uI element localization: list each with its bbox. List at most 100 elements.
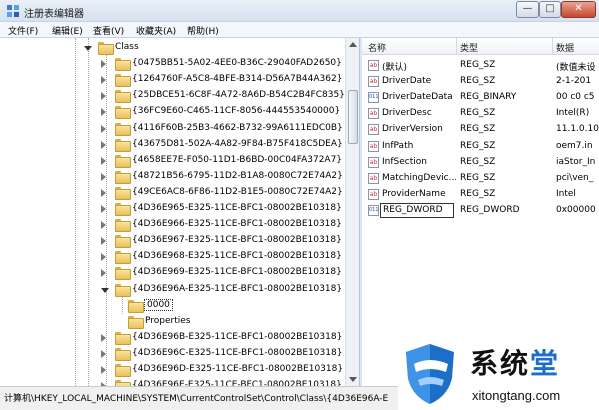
tree-node[interactable]: {4D36E96B-E325-11CE-BFC1-08002BE10318}	[0, 330, 345, 346]
scroll-down-arrow-icon[interactable]	[349, 377, 357, 382]
expand-arrow-icon[interactable]	[101, 156, 106, 165]
collapse-arrow-icon[interactable]	[101, 287, 109, 293]
expand-arrow-icon[interactable]	[101, 349, 106, 358]
expand-arrow-icon[interactable]	[101, 140, 106, 149]
tree-node[interactable]: {4D36E967-E325-11CE-BFC1-08002BE10318}	[0, 233, 345, 249]
tree-node[interactable]: Properties	[0, 314, 345, 330]
value-name: ProviderName	[382, 188, 446, 199]
tree-node[interactable]: {4D36E96D-E325-11CE-BFC1-08002BE10318}	[0, 362, 345, 378]
expand-arrow-icon[interactable]	[101, 92, 106, 101]
value-row[interactable]: ab MatchingDevic... REG_SZ pci\ven_	[362, 171, 599, 187]
value-row[interactable]: ab DriverDesc REG_SZ Intel(R)	[362, 106, 599, 122]
key-tree-pane[interactable]: Class {0475BB51-5A02-4EE0-B36C-29040FAD26…	[0, 38, 360, 386]
tree-node-selected[interactable]: 0000	[0, 298, 345, 314]
folder-icon	[115, 251, 131, 265]
folder-icon	[115, 203, 131, 216]
menu-edit[interactable]: 编辑(E)	[52, 24, 83, 37]
tree-node[interactable]: {4D36E965-E325-11CE-BFC1-08002BE10318}	[0, 201, 345, 217]
tree-node[interactable]: {4116F60B-25B3-4662-B732-99A6111EDC0B}	[0, 121, 345, 137]
shield-logo-icon	[406, 344, 454, 404]
folder-icon	[115, 219, 131, 233]
tree-node[interactable]: {25DBCE51-6C8F-4A72-8A6D-B54C2B4FC835}	[0, 88, 345, 104]
tree-node-label: {4D36E965-E325-11CE-BFC1-08002BE10318}	[132, 203, 342, 213]
expand-arrow-icon[interactable]	[101, 333, 106, 342]
value-row[interactable]: ab InfSection REG_SZ iaStor_In	[362, 155, 599, 171]
expand-arrow-icon[interactable]	[101, 205, 106, 213]
collapse-arrow-icon[interactable]	[84, 46, 92, 51]
expand-arrow-icon[interactable]	[101, 269, 106, 278]
tree-node[interactable]: {4D36E96C-E325-11CE-BFC1-08002BE10318}	[0, 346, 345, 362]
expand-arrow-icon[interactable]	[101, 221, 106, 230]
value-type: REG_BINARY	[460, 92, 517, 103]
folder-icon	[115, 138, 131, 152]
value-name: DriverDesc	[382, 108, 432, 119]
expand-arrow-icon[interactable]	[101, 108, 106, 117]
menu-favorites[interactable]: 收藏夹(A)	[136, 24, 176, 37]
expand-arrow-icon[interactable]	[101, 237, 106, 246]
expand-arrow-icon[interactable]	[101, 124, 106, 133]
expand-arrow-icon[interactable]	[101, 60, 106, 69]
status-path: 计算机\HKEY_LOCAL_MACHINE\SYSTEM\CurrentCon…	[4, 394, 389, 404]
tree-node[interactable]: {4D36E96E-E325-11CE-BFC1-08002BE10318}	[0, 378, 345, 386]
menu-view[interactable]: 查看(V)	[93, 24, 124, 37]
expand-arrow-icon[interactable]	[101, 253, 106, 262]
value-name: MatchingDevic...	[382, 172, 456, 183]
column-header-type[interactable]: 类型	[460, 41, 478, 54]
value-type: REG_SZ	[460, 188, 496, 199]
menu-file[interactable]: 文件(F)	[8, 24, 38, 37]
tree-node[interactable]: {48721B56-6795-11D2-B1A8-0080C72E74A2}	[0, 169, 345, 185]
value-row[interactable]: ab DriverVersion REG_SZ 11.1.0.10	[362, 122, 599, 138]
watermark-url: xitongtang.com	[472, 388, 561, 403]
value-row[interactable]: 011 REG_DWORD REG_DWORD 0x00000	[362, 202, 599, 219]
value-row[interactable]: 011 DriverDateData REG_BINARY 00 c0 c5	[362, 90, 599, 106]
column-header-data[interactable]: 数据	[556, 41, 574, 54]
folder-icon	[115, 58, 131, 72]
folder-open-icon	[115, 283, 131, 297]
value-type: REG_SZ	[460, 156, 496, 167]
scroll-thumb[interactable]	[348, 90, 358, 144]
string-value-icon: ab	[368, 76, 379, 88]
tree-node[interactable]: {4658EE7E-F050-11D1-B6BD-00C04FA372A7}	[0, 153, 345, 169]
tree-scrollbar[interactable]	[345, 38, 359, 386]
binary-value-icon: 011	[368, 92, 379, 104]
rename-input[interactable]: REG_DWORD	[380, 202, 454, 218]
expand-arrow-icon[interactable]	[101, 366, 106, 374]
expand-arrow-icon[interactable]	[101, 188, 106, 197]
menu-help[interactable]: 帮助(H)	[187, 24, 219, 37]
expand-arrow-icon[interactable]	[101, 76, 106, 85]
column-header-name[interactable]: 名称	[368, 41, 386, 54]
column-divider[interactable]	[552, 38, 553, 55]
value-row[interactable]: ab InfPath REG_SZ oem7.in	[362, 139, 599, 155]
tree-node[interactable]: {4D36E968-E325-11CE-BFC1-08002BE10318}	[0, 249, 345, 265]
value-type: REG_SZ	[460, 60, 496, 70]
column-divider[interactable]	[456, 38, 457, 55]
expand-arrow-icon[interactable]	[101, 172, 106, 181]
tree-node[interactable]: {4D36E96A-E325-11CE-BFC1-08002BE10318}	[0, 282, 345, 298]
value-name: DriverVersion	[382, 124, 443, 135]
scroll-up-arrow-icon[interactable]	[349, 42, 357, 47]
close-button[interactable]: ✕	[561, 1, 596, 18]
tree-node[interactable]: {43675D81-502A-4A82-9F84-B75F418C5DEA}	[0, 137, 345, 153]
value-row[interactable]: ab (默认) REG_SZ (数值未设	[362, 58, 599, 74]
minimize-button[interactable]: —	[516, 1, 539, 18]
tree-node[interactable]: {4D36E966-E325-11CE-BFC1-08002BE10318}	[0, 217, 345, 233]
tree-node-label: {4D36E969-E325-11CE-BFC1-08002BE10318}	[132, 267, 342, 278]
values-list-pane[interactable]: 名称 类型 数据 ab (默认) REG_SZ (数值未设 ab DriverDate RE…	[362, 38, 599, 386]
value-data: 11.1.0.10	[556, 124, 599, 135]
value-row[interactable]: ab DriverDate REG_SZ 2-1-201	[362, 74, 599, 90]
value-row[interactable]: ab ProviderName REG_SZ Intel	[362, 187, 599, 203]
folder-icon	[115, 106, 131, 120]
tree-node[interactable]: {4D36E969-E325-11CE-BFC1-08002BE10318}	[0, 265, 345, 281]
tree-node[interactable]: {36FC9E60-C465-11CF-8056-444553540000}	[0, 104, 345, 120]
tree-node[interactable]: {0475BB51-5A02-4EE0-B36C-29040FAD2650}	[0, 56, 345, 72]
tree-node[interactable]: {49CE6AC8-6F86-11D2-B1E5-0080C72E74A2}	[0, 185, 345, 201]
tree-node-label: {4D36E966-E325-11CE-BFC1-08002BE10318}	[132, 219, 342, 230]
tree-node-class[interactable]: Class	[0, 40, 345, 56]
folder-icon	[128, 315, 144, 329]
value-type: REG_SZ	[460, 108, 496, 119]
folder-open-icon	[98, 42, 114, 55]
tree-node[interactable]: {1264760F-A5C8-4BFE-B314-D56A7B44A362}	[0, 72, 345, 88]
value-data: (数值未设	[556, 63, 596, 73]
tree-node-label: {1264760F-A5C8-4BFE-B314-D56A7B44A362}	[132, 74, 343, 85]
maximize-button[interactable]: □	[539, 1, 561, 18]
